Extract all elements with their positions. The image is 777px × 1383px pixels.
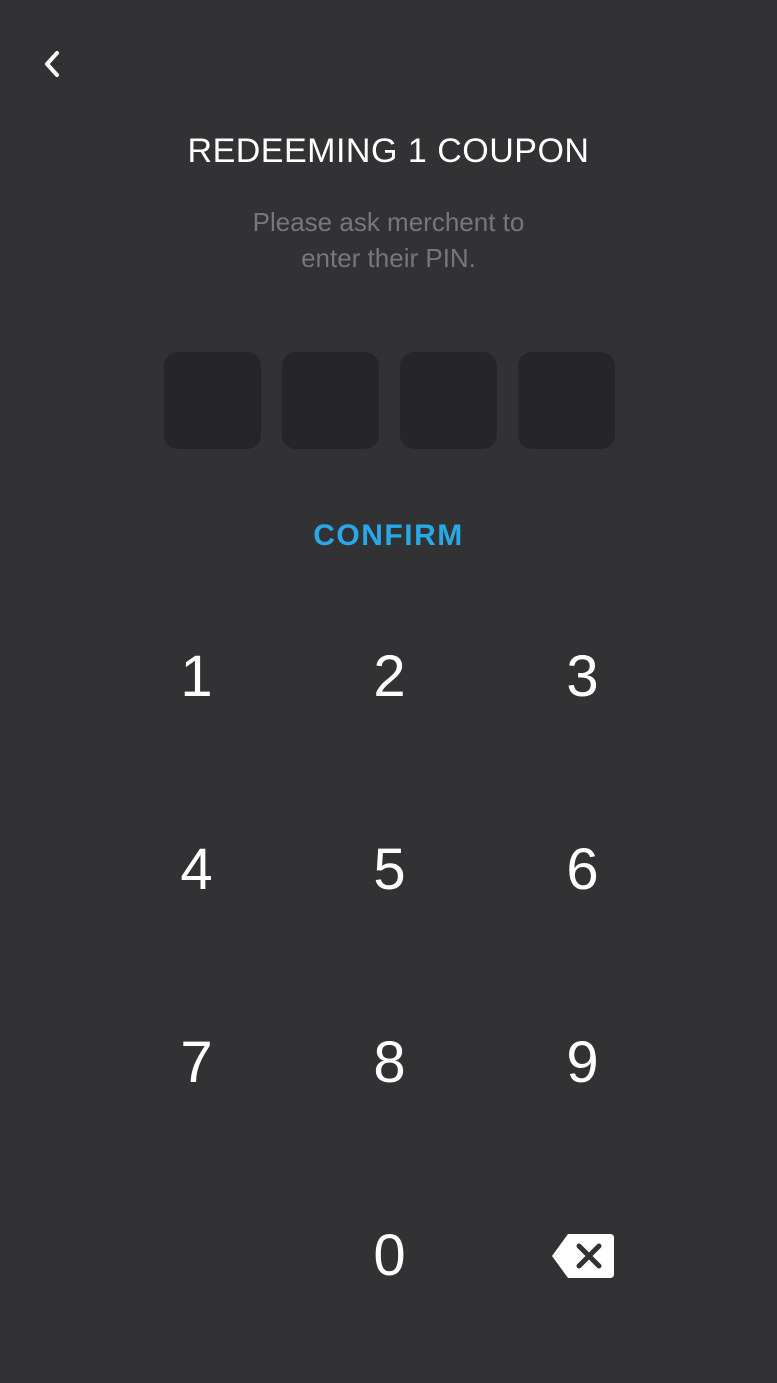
page-title: REDEEMING 1 COUPON bbox=[187, 132, 590, 170]
key-4[interactable]: 4 bbox=[100, 773, 293, 966]
key-8[interactable]: 8 bbox=[293, 966, 486, 1159]
instruction-line-2: enter their PIN. bbox=[301, 243, 476, 273]
redeem-coupon-screen: REDEEMING 1 COUPON Please ask merchent t… bbox=[0, 0, 777, 1383]
key-5[interactable]: 5 bbox=[293, 773, 486, 966]
instruction-line-1: Please ask merchent to bbox=[252, 207, 525, 237]
pin-digit-1[interactable] bbox=[164, 352, 261, 449]
key-empty bbox=[100, 1159, 293, 1352]
key-2[interactable]: 2 bbox=[293, 580, 486, 773]
back-button[interactable] bbox=[26, 38, 78, 90]
pin-digit-3[interactable] bbox=[400, 352, 497, 449]
key-7[interactable]: 7 bbox=[100, 966, 293, 1159]
key-0[interactable]: 0 bbox=[293, 1159, 486, 1352]
chevron-left-icon bbox=[45, 51, 59, 77]
confirm-button[interactable]: CONFIRM bbox=[0, 515, 777, 557]
pin-digit-4[interactable] bbox=[518, 352, 615, 449]
pin-input-row bbox=[164, 352, 615, 449]
key-3[interactable]: 3 bbox=[486, 580, 679, 773]
backspace-button[interactable] bbox=[486, 1159, 679, 1352]
key-6[interactable]: 6 bbox=[486, 773, 679, 966]
key-1[interactable]: 1 bbox=[100, 580, 293, 773]
numeric-keypad: 1 2 3 4 5 6 7 8 9 0 bbox=[100, 580, 678, 1352]
pin-digit-2[interactable] bbox=[282, 352, 379, 449]
instruction-text: Please ask merchent to enter their PIN. bbox=[200, 204, 577, 276]
key-9[interactable]: 9 bbox=[486, 966, 679, 1159]
backspace-icon bbox=[551, 1233, 614, 1278]
